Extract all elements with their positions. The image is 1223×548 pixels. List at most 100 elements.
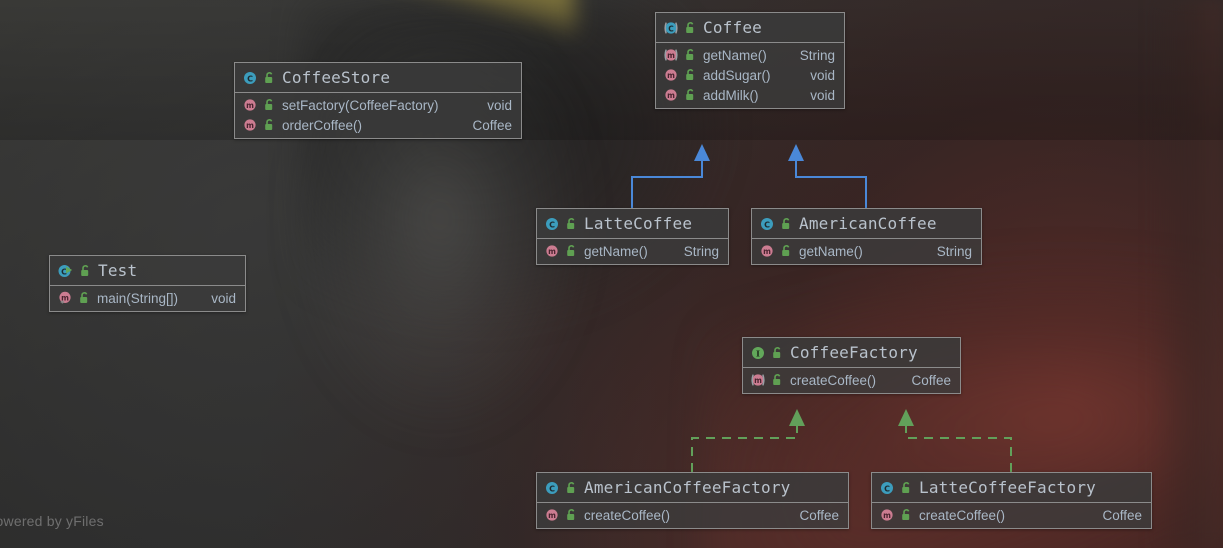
svg-text:m: m (883, 511, 891, 520)
runnable-class-icon: C (57, 263, 74, 279)
unlocked-public-icon (900, 508, 913, 522)
svg-text:m: m (548, 511, 556, 520)
class-members: m getName() String (656, 43, 844, 108)
uml-class-coffee[interactable]: C Coffee m getName() String m addSugar()… (655, 12, 845, 109)
class-member-row[interactable]: m setFactory(CoffeeFactory) void (235, 95, 521, 115)
interface-icon: I (750, 345, 766, 361)
class-member-row[interactable]: m addSugar() void (656, 65, 844, 85)
class-name: CoffeeStore (282, 68, 391, 87)
svg-text:C: C (549, 220, 555, 229)
abstract-class-icon: C (663, 20, 679, 36)
unlocked-public-icon (79, 264, 92, 278)
unlocked-public-icon (263, 71, 276, 85)
unlocked-public-icon (565, 217, 578, 231)
abstract-method-icon: m (750, 372, 766, 388)
unlocked-public-icon (565, 244, 578, 258)
svg-text:m: m (667, 51, 675, 60)
svg-text:m: m (246, 121, 254, 130)
class-header[interactable]: C AmericanCoffee (752, 209, 981, 239)
member-type: void (810, 67, 835, 83)
uml-interface-coffeefactory[interactable]: I CoffeeFactory m createCoffee() Coffee (742, 337, 961, 394)
class-members: m createCoffee() Coffee (537, 503, 848, 528)
unlocked-public-icon (684, 88, 697, 102)
uml-class-lattecoffee[interactable]: C LatteCoffee m getName() String (536, 208, 729, 265)
unlocked-public-icon (771, 346, 784, 360)
member-name: createCoffee() (584, 507, 671, 523)
svg-text:m: m (548, 247, 556, 256)
svg-text:C: C (549, 484, 555, 493)
member-name: getName() (799, 243, 863, 259)
class-header[interactable]: C LatteCoffeeFactory (872, 473, 1151, 503)
member-type: String (683, 243, 719, 259)
member-type: Coffee (1102, 507, 1142, 523)
class-header[interactable]: C AmericanCoffeeFactory (537, 473, 848, 503)
member-name: getName() (703, 47, 767, 63)
svg-text:m: m (246, 101, 254, 110)
class-icon: C (544, 480, 560, 496)
unlocked-public-icon (771, 373, 784, 387)
uml-class-coffeestore[interactable]: C CoffeeStore m setFactory(CoffeeFactory… (234, 62, 522, 139)
interface-name: CoffeeFactory (790, 343, 918, 362)
member-type: Coffee (911, 372, 951, 388)
class-header[interactable]: C CoffeeStore (235, 63, 521, 93)
uml-class-americancoffeefactory[interactable]: C AmericanCoffeeFactory m createCoffee()… (536, 472, 849, 529)
interface-members: m createCoffee() Coffee (743, 368, 960, 393)
runnable-method-icon: m (57, 290, 73, 306)
svg-text:m: m (667, 91, 675, 100)
class-header[interactable]: C Test (50, 256, 245, 286)
class-member-row[interactable]: m getName() String (656, 45, 844, 65)
class-member-row[interactable]: m createCoffee() Coffee (872, 505, 1151, 525)
member-type: void (810, 87, 835, 103)
svg-text:m: m (763, 247, 771, 256)
unlocked-public-icon (565, 508, 578, 522)
uml-class-lattecoffeefactory[interactable]: C LatteCoffeeFactory m createCoffee() Co… (871, 472, 1152, 529)
method-icon: m (663, 67, 679, 83)
class-header[interactable]: C LatteCoffee (537, 209, 728, 239)
member-type: String (936, 243, 972, 259)
method-icon: m (544, 243, 560, 259)
class-members: m setFactory(CoffeeFactory) void m order… (235, 93, 521, 138)
edge-americancoffee-to-coffee[interactable] (788, 144, 867, 208)
interface-header[interactable]: I CoffeeFactory (743, 338, 960, 368)
unlocked-public-icon (263, 118, 276, 132)
edge-lattecoffee-to-coffee[interactable] (631, 144, 710, 208)
class-icon: C (879, 480, 895, 496)
member-name: createCoffee() (919, 507, 1006, 523)
unlocked-public-icon (565, 481, 578, 495)
method-icon: m (759, 243, 775, 259)
class-member-row[interactable]: m orderCoffee() Coffee (235, 115, 521, 135)
class-member-row[interactable]: m getName() String (537, 241, 728, 261)
class-member-row[interactable]: m main(String[]) void (50, 288, 245, 308)
class-member-row[interactable]: m createCoffee() Coffee (537, 505, 848, 525)
edge-americancoffeefactory-to-coffeefactory[interactable] (691, 409, 805, 472)
unlocked-public-icon (263, 98, 276, 112)
uml-class-test[interactable]: C Test m main(String[]) void (49, 255, 246, 312)
class-name: Coffee (703, 18, 762, 37)
member-name: createCoffee() (790, 372, 877, 388)
wallpaper-bottom-shadow (0, 0, 1223, 140)
edge-lattecoffeefactory-to-coffeefactory[interactable] (898, 409, 1012, 472)
wallpaper-right-edge (1150, 0, 1223, 548)
member-type: String (799, 47, 835, 63)
class-name: AmericanCoffee (799, 214, 937, 233)
class-member-row[interactable]: m addMilk() void (656, 85, 844, 105)
method-icon: m (544, 507, 560, 523)
class-member-row[interactable]: m getName() String (752, 241, 981, 261)
class-icon: C (242, 70, 258, 86)
class-name: Test (98, 261, 138, 280)
class-members: m getName() String (752, 239, 981, 264)
svg-text:C: C (247, 74, 253, 83)
yfiles-watermark: Powered by yFiles (0, 513, 104, 529)
uml-diagram-canvas[interactable]: C Coffee m getName() String m addSugar()… (0, 0, 1223, 548)
class-members: m createCoffee() Coffee (872, 503, 1151, 528)
member-type: Coffee (799, 507, 839, 523)
svg-text:C: C (884, 484, 890, 493)
svg-text:C: C (764, 220, 770, 229)
uml-class-americancoffee[interactable]: C AmericanCoffee m getName() String (751, 208, 982, 265)
unlocked-public-icon (684, 48, 697, 62)
svg-text:I: I (756, 349, 760, 359)
class-member-row[interactable]: m createCoffee() Coffee (743, 370, 960, 390)
unlocked-public-icon (78, 291, 91, 305)
member-name: orderCoffee() (282, 117, 363, 133)
class-header[interactable]: C Coffee (656, 13, 844, 43)
